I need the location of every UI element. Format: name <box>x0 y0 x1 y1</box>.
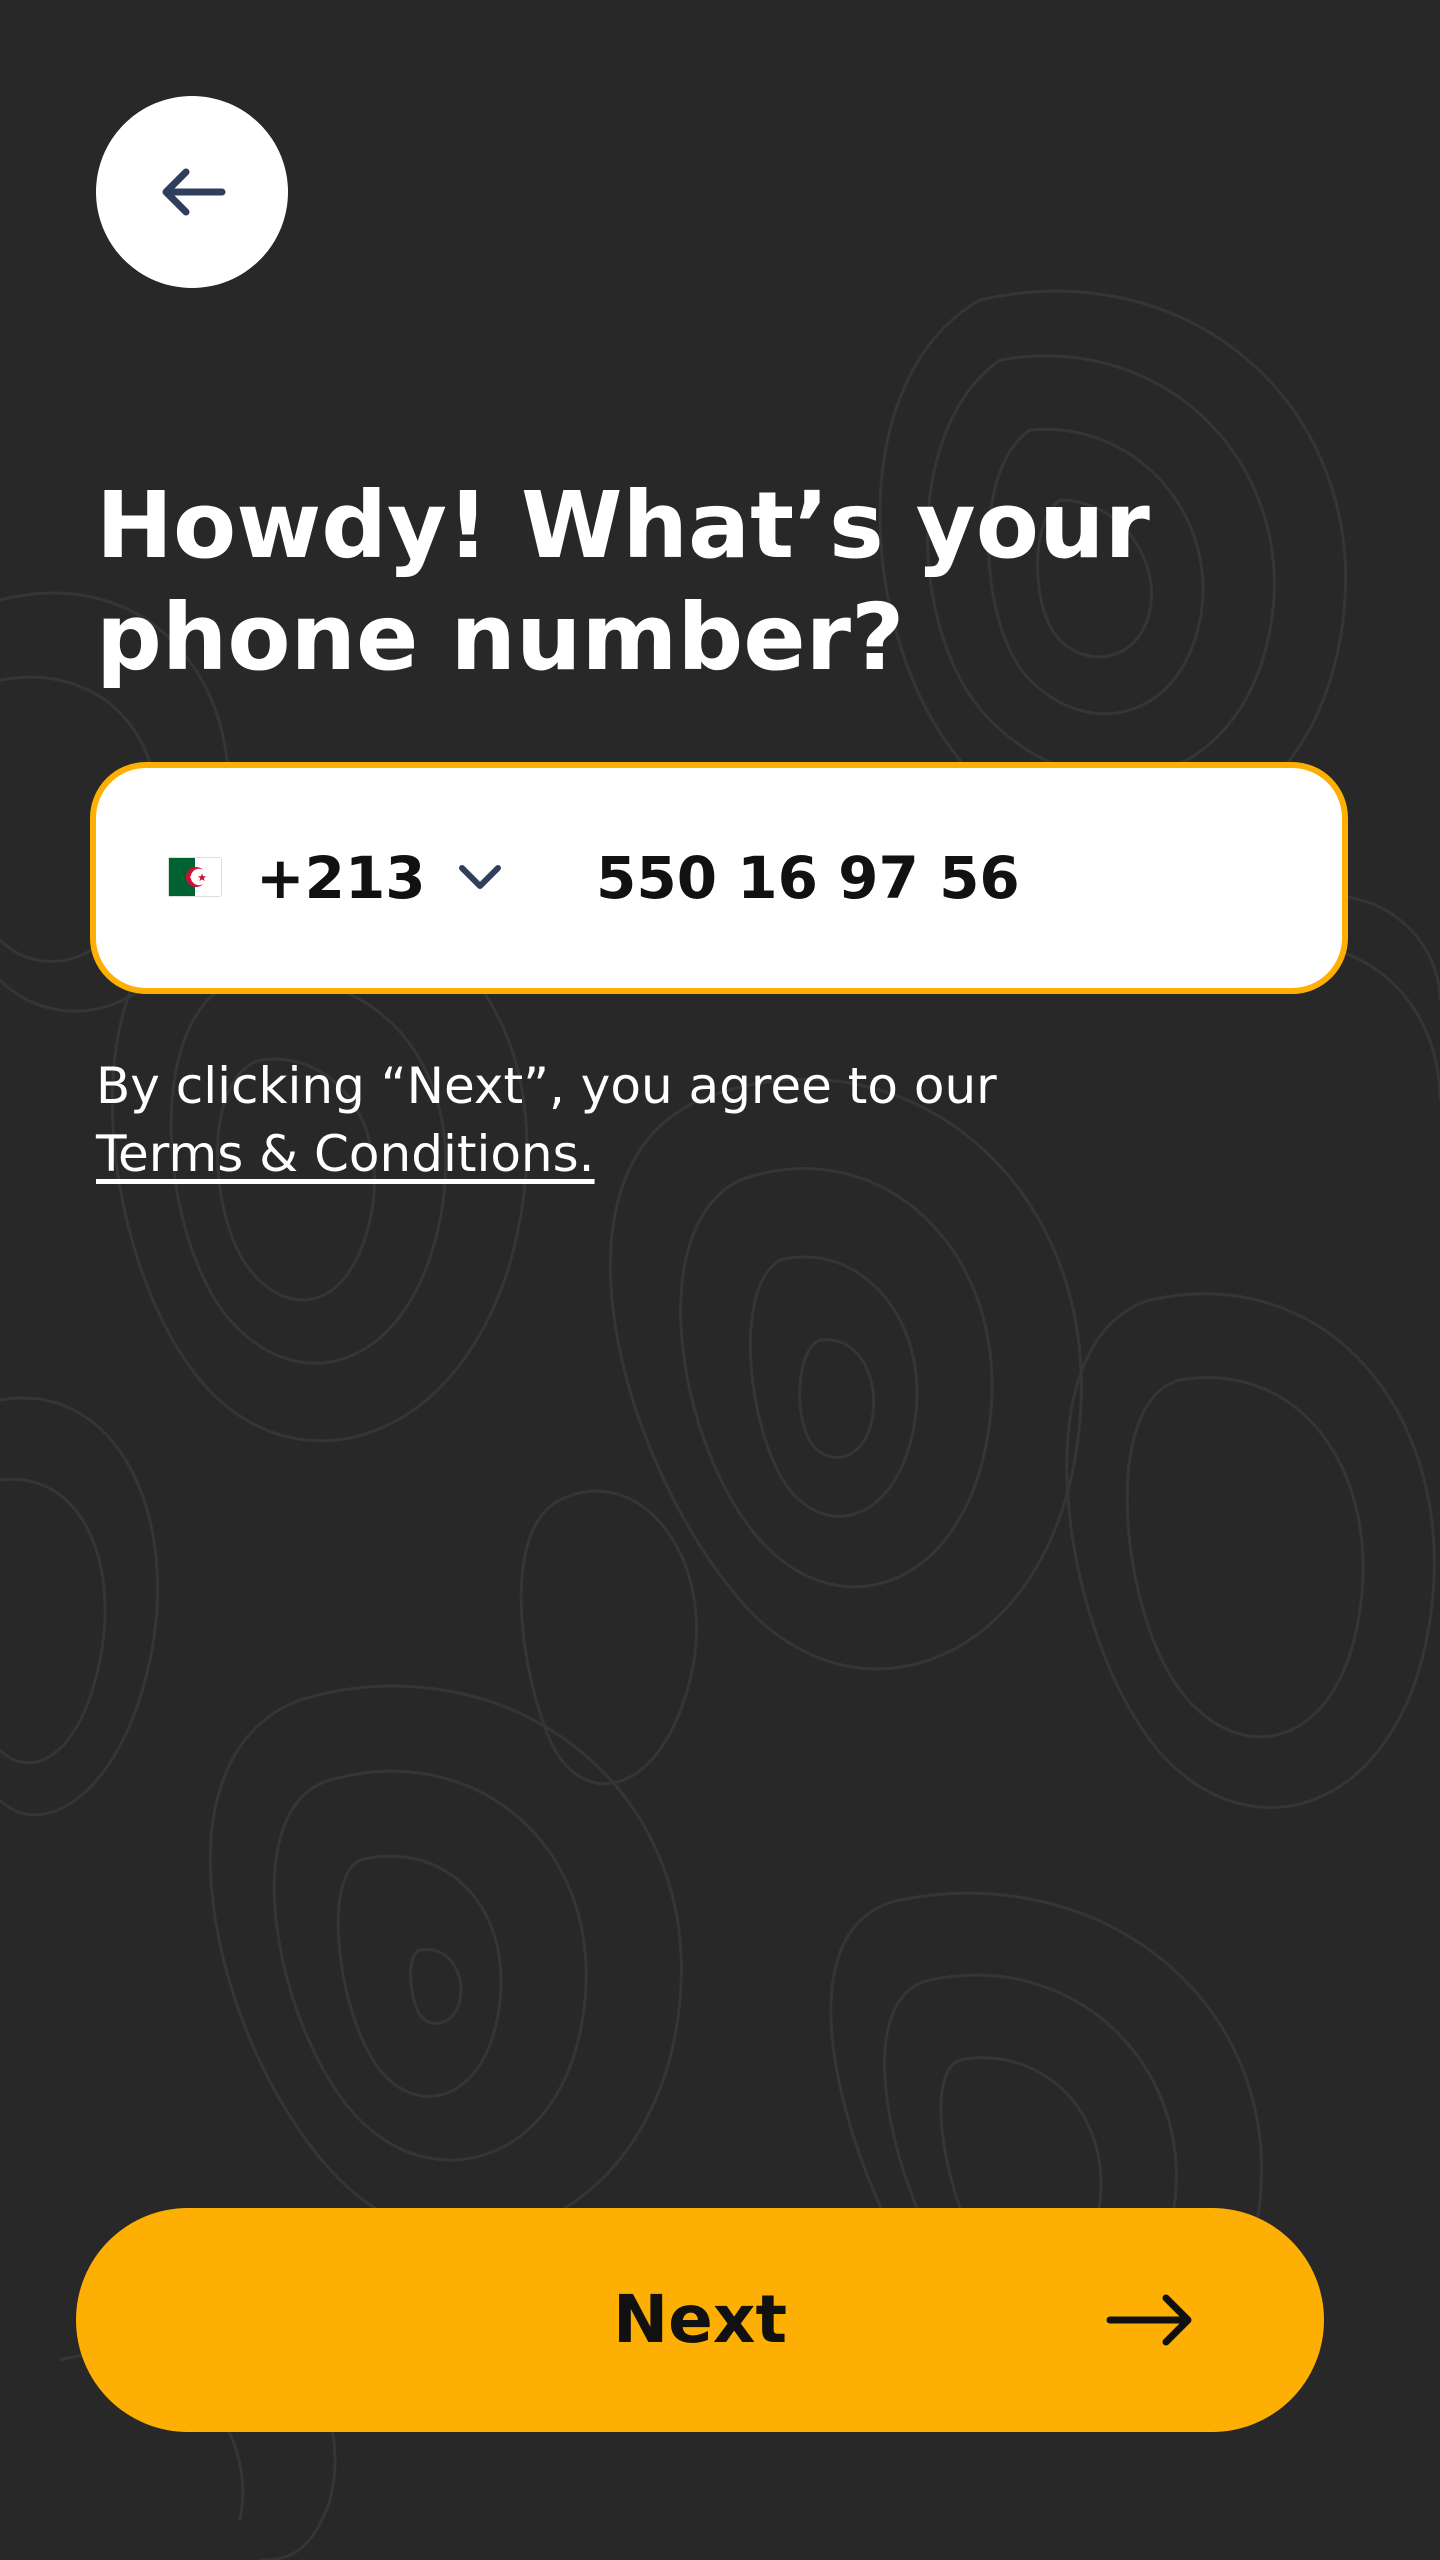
topographic-background <box>0 289 1440 2560</box>
page-title: Howdy! What’s your phone number? <box>96 470 1296 694</box>
arrow-left-icon <box>162 168 226 216</box>
terms-link[interactable]: Terms & Conditions. <box>96 1120 595 1188</box>
country-code[interactable]: +213 <box>256 768 426 988</box>
back-button[interactable] <box>96 96 288 288</box>
title-line-1: Howdy! What’s your <box>96 472 1150 579</box>
chevron-down-icon[interactable] <box>454 852 506 904</box>
algeria-flag-icon <box>168 857 222 897</box>
phone-input-group: +213 <box>90 762 1348 994</box>
title-line-2: phone number? <box>96 584 905 691</box>
next-button[interactable]: Next <box>76 2208 1324 2432</box>
arrow-right-icon <box>1106 2294 1192 2346</box>
terms-prefix: By clicking “Next”, you agree to our <box>96 1057 997 1115</box>
terms-notice: By clicking “Next”, you agree to our Ter… <box>96 1052 1296 1188</box>
phone-number-input[interactable] <box>596 820 1296 936</box>
